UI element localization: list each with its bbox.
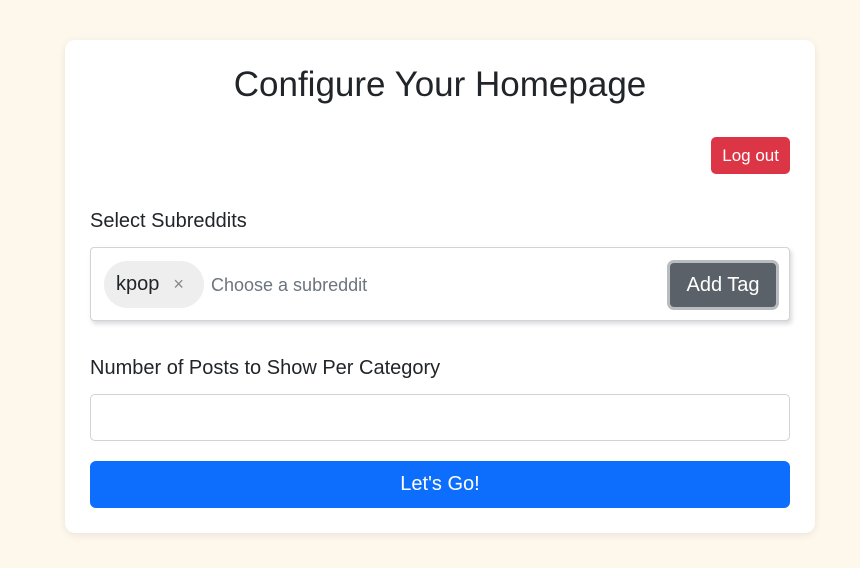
subreddit-search-input[interactable] [211,270,651,300]
tag-chip-label: kpop [116,273,160,295]
close-icon[interactable]: × [173,274,184,295]
posts-count-input[interactable] [90,394,790,441]
tag-chip-kpop: kpop × [104,261,204,308]
subreddits-label: Select Subreddits [90,210,247,232]
logout-button[interactable]: Log out [711,137,790,174]
subreddit-tag-input[interactable]: kpop × Add Tag [90,247,790,321]
posts-count-label: Number of Posts to Show Per Category [90,357,441,379]
submit-button[interactable]: Let's Go! [90,461,790,508]
page-title: Configure Your Homepage [233,65,647,104]
add-tag-button[interactable]: Add Tag [667,260,779,310]
config-card: Configure Your Homepage Log out Select S… [65,40,815,533]
